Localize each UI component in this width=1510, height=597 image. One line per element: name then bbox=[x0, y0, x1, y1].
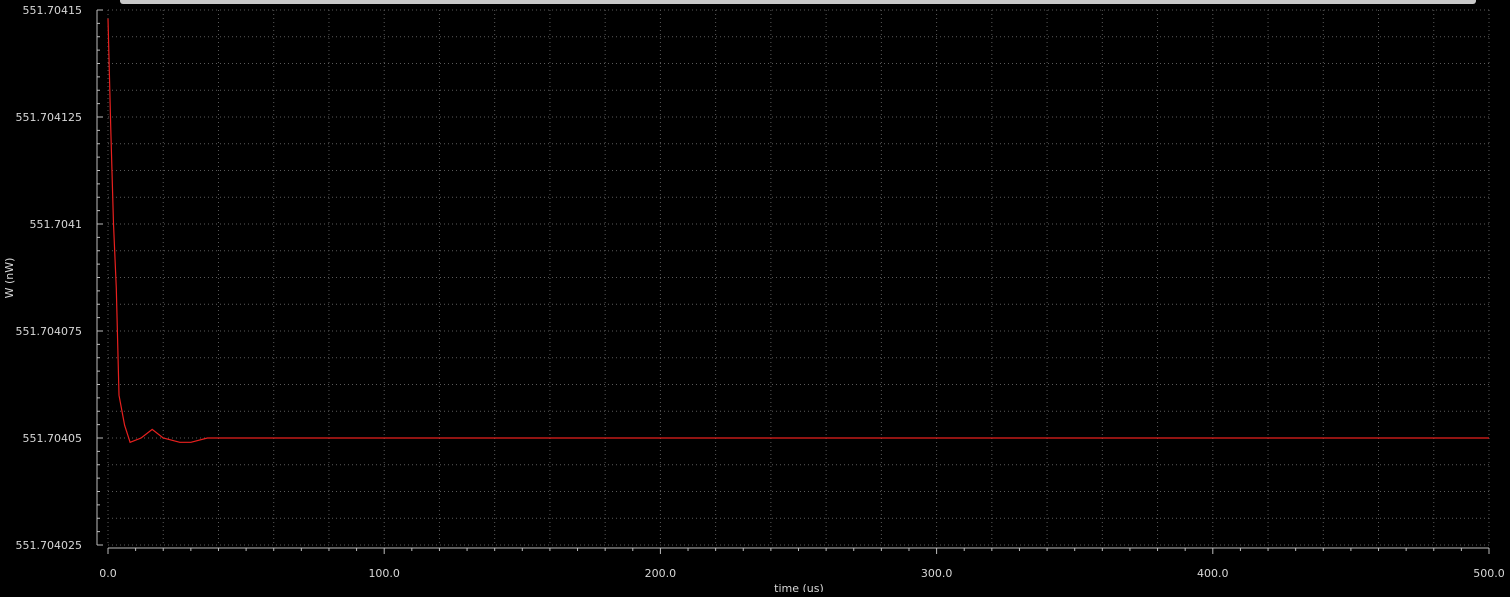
y-tick-label: 551.70405 bbox=[23, 432, 83, 445]
x-tick-label: 400.0 bbox=[1197, 567, 1229, 580]
waveform-plot: 551.70415 551.704125 551.7041 551.704075 551… bbox=[0, 0, 1510, 595]
x-tick-label: 300.0 bbox=[921, 567, 953, 580]
y-tick-label: 551.70415 bbox=[23, 4, 83, 17]
grid bbox=[107, 9, 1490, 546]
x-tick-label: 200.0 bbox=[645, 567, 677, 580]
series-line bbox=[107, 18, 1489, 444]
x-tick-label: 0.0 bbox=[99, 567, 117, 580]
y-tick-label: 551.704125 bbox=[16, 111, 82, 124]
x-tick-label: 100.0 bbox=[368, 567, 400, 580]
y-axis-label: W (nW) bbox=[3, 258, 16, 299]
x-tick-label: 500.0 bbox=[1473, 567, 1505, 580]
x-axis-label: time (us) bbox=[774, 582, 824, 592]
y-tick-label: 551.704075 bbox=[16, 325, 82, 338]
trace bbox=[107, 18, 1489, 444]
y-tick-label: 551.704025 bbox=[16, 539, 82, 552]
top-toolbar-edge bbox=[120, 0, 1476, 4]
chart-svg: 551.70415 551.704125 551.7041 551.704075 551… bbox=[3, 4, 1505, 595]
y-tick-label: 551.7041 bbox=[30, 218, 83, 231]
